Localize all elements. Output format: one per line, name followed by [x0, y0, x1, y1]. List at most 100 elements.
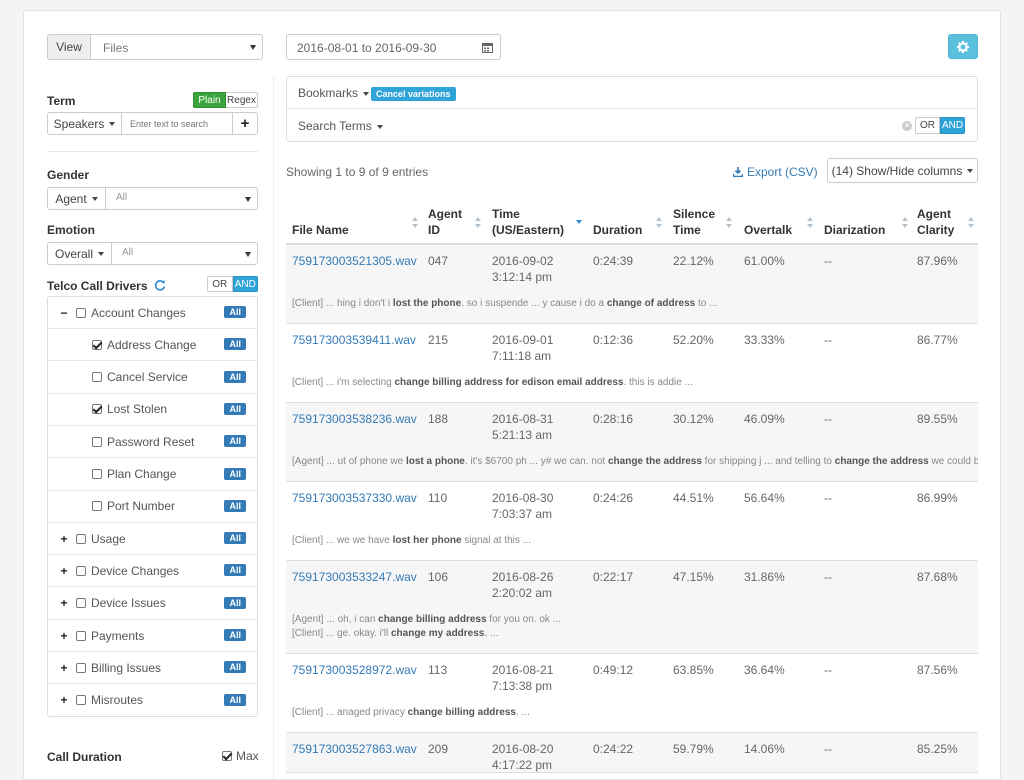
- all-badge[interactable]: All: [224, 499, 246, 512]
- all-badge[interactable]: All: [224, 338, 246, 351]
- sort-icon[interactable]: [412, 217, 418, 229]
- expand-icon[interactable]: +: [58, 596, 70, 610]
- all-badge[interactable]: All: [224, 564, 246, 577]
- calendar-icon[interactable]: [482, 42, 493, 53]
- max-checkbox[interactable]: Max: [222, 749, 259, 763]
- header-agent-id[interactable]: Agent ID: [428, 206, 468, 238]
- sort-icon[interactable]: [807, 217, 813, 229]
- sort-icon[interactable]: [475, 217, 481, 229]
- drivers-and-button[interactable]: AND: [232, 276, 258, 292]
- tree-item[interactable]: − Account Changes All: [48, 297, 257, 329]
- gender-scope-dropdown[interactable]: Agent: [48, 188, 106, 209]
- tree-item[interactable]: + Billing Issues All: [48, 652, 257, 685]
- emotion-scope-dropdown[interactable]: Overall: [48, 243, 112, 264]
- header-diarization[interactable]: Diarization: [824, 222, 885, 238]
- speakers-dropdown[interactable]: Speakers: [48, 113, 122, 134]
- table-row[interactable]: 759173003521305.wav 047 2016-09-02 3:12:14 …: [286, 245, 978, 324]
- drivers-or-button[interactable]: OR: [207, 276, 233, 292]
- file-link[interactable]: 759173003521305.wav: [292, 253, 417, 269]
- all-badge[interactable]: All: [224, 629, 246, 641]
- file-link[interactable]: 759173003533247.wav: [292, 569, 417, 585]
- checkbox[interactable]: [76, 598, 86, 609]
- sort-desc-icon[interactable]: [576, 217, 582, 229]
- checkbox[interactable]: [92, 469, 102, 479]
- all-badge[interactable]: All: [224, 306, 246, 318]
- collapse-icon[interactable]: −: [58, 306, 70, 320]
- search-terms-dropdown[interactable]: Search Terms: [298, 119, 383, 133]
- file-link[interactable]: 759173003527863.wav: [292, 741, 417, 757]
- table-row[interactable]: 759173003538236.wav 188 2016-08-31 5:21:13 …: [286, 403, 978, 482]
- checkbox[interactable]: [76, 662, 86, 673]
- sort-icon[interactable]: [656, 217, 662, 229]
- all-badge[interactable]: All: [224, 435, 246, 448]
- bookmark-badge[interactable]: Cancel variations: [371, 87, 456, 101]
- tree-item[interactable]: + Misroutes All: [48, 685, 257, 716]
- all-badge[interactable]: All: [224, 596, 246, 609]
- table-row[interactable]: 759173003539411.wav 215 2016-09-01 7:11:18 …: [286, 324, 978, 403]
- header-agent-clarity[interactable]: Agent Clarity: [917, 206, 967, 238]
- header-duration[interactable]: Duration: [593, 222, 642, 238]
- sort-icon[interactable]: [968, 217, 974, 229]
- header-silence-time[interactable]: Silence Time: [673, 206, 721, 238]
- search-or-button[interactable]: OR: [915, 117, 940, 134]
- bookmarks-dropdown[interactable]: Bookmarks: [298, 86, 370, 100]
- checkbox[interactable]: [76, 695, 86, 706]
- tree-item[interactable]: Plan Change All: [48, 459, 257, 491]
- expand-icon[interactable]: +: [58, 661, 70, 675]
- checkbox[interactable]: [92, 436, 102, 447]
- all-badge[interactable]: All: [224, 661, 246, 674]
- view-select[interactable]: Files: [90, 34, 263, 60]
- checkbox[interactable]: [76, 533, 86, 544]
- expand-icon[interactable]: +: [58, 693, 70, 707]
- plain-button[interactable]: Plain: [193, 92, 226, 108]
- term-search-input[interactable]: [122, 113, 233, 134]
- expand-icon[interactable]: +: [58, 564, 70, 578]
- table-row[interactable]: 759173003528972.wav 113 2016-08-21 7:13:38 …: [286, 654, 978, 733]
- all-badge[interactable]: All: [224, 693, 246, 706]
- all-badge[interactable]: All: [224, 467, 246, 480]
- add-term-button[interactable]: +: [232, 113, 257, 134]
- sort-icon[interactable]: [902, 217, 908, 229]
- clear-icon[interactable]: ×: [902, 121, 912, 131]
- table-row[interactable]: 759173003527863.wav 209 2016-08-20 4:17:22 …: [286, 733, 978, 773]
- tree-item[interactable]: Cancel Service All: [48, 362, 257, 394]
- expand-icon[interactable]: +: [58, 532, 70, 546]
- file-link[interactable]: 759173003539411.wav: [292, 332, 416, 348]
- regex-button[interactable]: Regex: [226, 92, 258, 108]
- table-row[interactable]: 759173003537330.wav 110 2016-08-30 7:03:37 …: [286, 482, 978, 561]
- checkbox[interactable]: [76, 630, 86, 641]
- checkbox[interactable]: [92, 339, 102, 350]
- tree-item[interactable]: Address Change All: [48, 329, 257, 362]
- sort-icon[interactable]: [726, 217, 732, 229]
- all-badge[interactable]: All: [224, 370, 246, 383]
- all-badge[interactable]: All: [224, 402, 246, 415]
- checkbox[interactable]: [76, 565, 86, 576]
- gender-select[interactable]: All: [106, 188, 257, 209]
- file-link[interactable]: 759173003528972.wav: [292, 662, 417, 678]
- header-overtalk[interactable]: Overtalk: [744, 222, 792, 238]
- tree-item[interactable]: Lost Stolen All: [48, 394, 257, 426]
- emotion-select[interactable]: All: [112, 243, 257, 264]
- checkbox[interactable]: [92, 501, 102, 512]
- tree-item[interactable]: + Payments All: [48, 620, 257, 652]
- date-range-input[interactable]: 2016-08-01 to 2016-09-30: [286, 34, 501, 60]
- file-link[interactable]: 759173003538236.wav: [292, 411, 417, 427]
- tree-item[interactable]: + Usage All: [48, 523, 257, 556]
- checkbox[interactable]: [92, 372, 102, 383]
- tree-item[interactable]: Password Reset All: [48, 426, 257, 459]
- file-link[interactable]: 759173003537330.wav: [292, 490, 417, 506]
- tree-item[interactable]: + Device Changes All: [48, 555, 257, 588]
- settings-button[interactable]: [948, 34, 978, 59]
- all-badge[interactable]: All: [224, 532, 246, 545]
- expand-icon[interactable]: +: [58, 629, 70, 643]
- checkbox[interactable]: [76, 307, 86, 318]
- tree-item[interactable]: + Device Issues All: [48, 588, 257, 620]
- checkbox[interactable]: [92, 404, 102, 415]
- search-and-button[interactable]: AND: [940, 117, 965, 134]
- header-time[interactable]: Time (US/Eastern): [492, 206, 572, 238]
- export-csv-link[interactable]: Export (CSV): [733, 165, 818, 179]
- show-hide-columns-button[interactable]: (14) Show/Hide columns: [827, 158, 978, 183]
- table-row[interactable]: 759173003533247.wav 106 2016-08-26 2:20:02 …: [286, 561, 978, 654]
- tree-item[interactable]: Port Number All: [48, 491, 257, 523]
- header-file-name[interactable]: File Name: [292, 222, 349, 238]
